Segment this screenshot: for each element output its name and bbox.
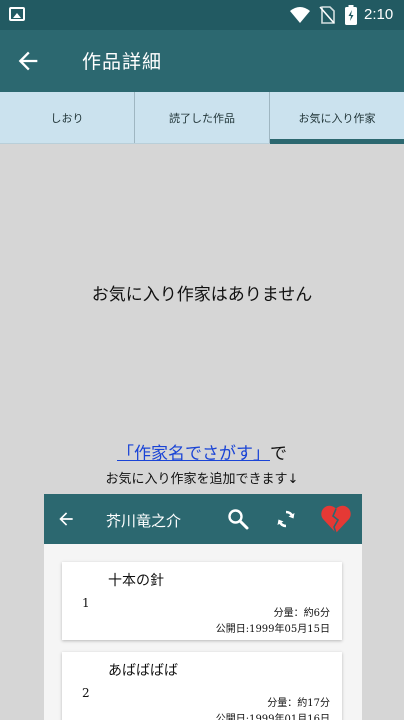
empty-message: お気に入り作家はありません: [91, 285, 313, 305]
tab-finished-works[interactable]: 読了した作品: [135, 92, 270, 143]
image-icon: [9, 7, 25, 21]
preview-author-name: 芥川竜之介: [106, 512, 182, 530]
tab-label: お気に入り作家: [298, 111, 376, 125]
hint: 「作家名でさがす」で お気に入り作家を追加できます↓: [0, 439, 404, 487]
no-sim-icon: [319, 6, 335, 24]
wifi-icon: [290, 7, 310, 23]
tab-bar: しおり 読了した作品 お気に入り作家: [0, 92, 404, 144]
work-number: 2: [82, 686, 90, 700]
work-amount: 分量：約6分: [273, 608, 330, 619]
work-card: あばばばば 2 分量：約17分 公開日:1999年01月16日: [62, 652, 342, 720]
tab-label: しおり: [50, 111, 84, 125]
work-amount: 分量：約17分: [267, 698, 330, 709]
preview-toolbar: 芥川竜之介: [44, 494, 362, 544]
work-number: 1: [82, 596, 90, 610]
work-title: 十本の針: [108, 573, 164, 589]
heart-icon: [321, 505, 351, 534]
tab-favorite-authors[interactable]: お気に入り作家: [270, 92, 404, 144]
work-card: 十本の針 1 分量：約6分 公開日:1999年05月15日: [62, 562, 342, 640]
refresh-icon: [277, 510, 295, 528]
arrow-left-icon[interactable]: [14, 47, 42, 75]
tutorial-preview: 芥川竜之介 十本の針 1 分量：約6分 公開日:1999年05月15日 あばばば…: [44, 494, 362, 720]
tab-bookmarks[interactable]: しおり: [0, 92, 135, 143]
work-date: 公開日:1999年01月16日: [215, 714, 330, 720]
page-title: 作品詳細: [82, 51, 163, 73]
tab-label: 読了した作品: [169, 111, 235, 125]
app-bar: 作品詳細: [0, 30, 404, 92]
hint-line2: お気に入り作家を追加できます↓: [105, 472, 299, 487]
battery-icon: [345, 5, 357, 25]
status-time: 2:10: [364, 6, 394, 23]
arrow-left-icon: [59, 512, 73, 526]
status-bar: 2:10: [0, 0, 404, 30]
work-title: あばばばば: [108, 663, 178, 679]
search-by-author-link[interactable]: 「作家名でさがす」: [117, 444, 270, 464]
work-date: 公開日:1999年05月15日: [215, 624, 330, 635]
hint-suffix: で: [270, 444, 287, 464]
search-icon: [228, 509, 249, 530]
